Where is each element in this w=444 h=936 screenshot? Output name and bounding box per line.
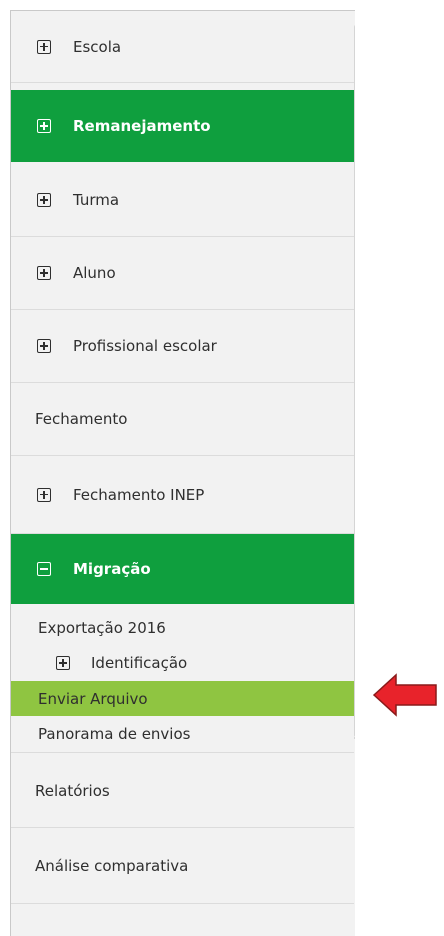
expand-icon	[37, 487, 51, 502]
menu-item-aluno[interactable]: Aluno	[11, 237, 354, 310]
submenu-item-label: Panorama de envios	[38, 725, 191, 743]
expand-icon	[37, 39, 51, 54]
sidebar-menu: Escola Remanejamento Turma Aluno Profiss…	[10, 10, 355, 936]
menu-item-label: Fechamento	[35, 410, 128, 428]
menu-item-label: Remanejamento	[73, 117, 211, 135]
expand-icon	[37, 266, 51, 280]
menu-item-profissional-escolar[interactable]: Profissional escolar	[11, 310, 354, 383]
submenu-item-label: Exportação 2016	[38, 619, 166, 637]
menu-item-label: Migração	[73, 560, 151, 578]
collapse-icon	[37, 562, 51, 576]
expand-icon	[37, 119, 51, 133]
menu-item-escola[interactable]: Escola	[11, 11, 354, 83]
menu-item-turma[interactable]: Turma	[11, 164, 354, 237]
submenu-item-exportacao-2016[interactable]: Exportação 2016	[11, 611, 354, 645]
expand-icon	[37, 193, 51, 207]
menu-item-label: Aluno	[73, 264, 116, 282]
menu-item-remanejamento[interactable]: Remanejamento	[11, 90, 354, 162]
menu-item-label: Profissional escolar	[73, 337, 217, 355]
expand-icon	[37, 339, 51, 353]
expand-icon	[56, 656, 70, 670]
submenu-item-panorama-de-envios[interactable]: Panorama de envios	[11, 716, 354, 753]
menu-item-relatorios[interactable]: Relatórios	[11, 754, 354, 828]
red-arrow-icon	[372, 673, 437, 717]
menu-item-migracao[interactable]: Migração	[11, 534, 354, 604]
menu-item-label: Fechamento INEP	[73, 485, 205, 504]
submenu-item-identificacao[interactable]: Identificação	[11, 645, 354, 681]
menu-item-fechamento[interactable]: Fechamento	[11, 383, 354, 456]
menu-item-label: Análise comparativa	[35, 856, 189, 875]
menu-item-analise-comparativa[interactable]: Análise comparativa	[11, 828, 354, 904]
submenu-item-enviar-arquivo[interactable]: Enviar Arquivo	[11, 681, 354, 716]
menu-item-label: Turma	[73, 191, 120, 209]
scrollbar-track[interactable]	[354, 25, 355, 737]
submenu-item-label: Enviar Arquivo	[38, 689, 148, 708]
submenu-item-label: Identificação	[91, 654, 188, 672]
scrollbar-end	[354, 737, 355, 739]
menu-item-label: Escola	[73, 37, 122, 56]
menu-item-fechamento-inep[interactable]: Fechamento INEP	[11, 456, 354, 534]
menu-item-label: Relatórios	[35, 781, 110, 800]
